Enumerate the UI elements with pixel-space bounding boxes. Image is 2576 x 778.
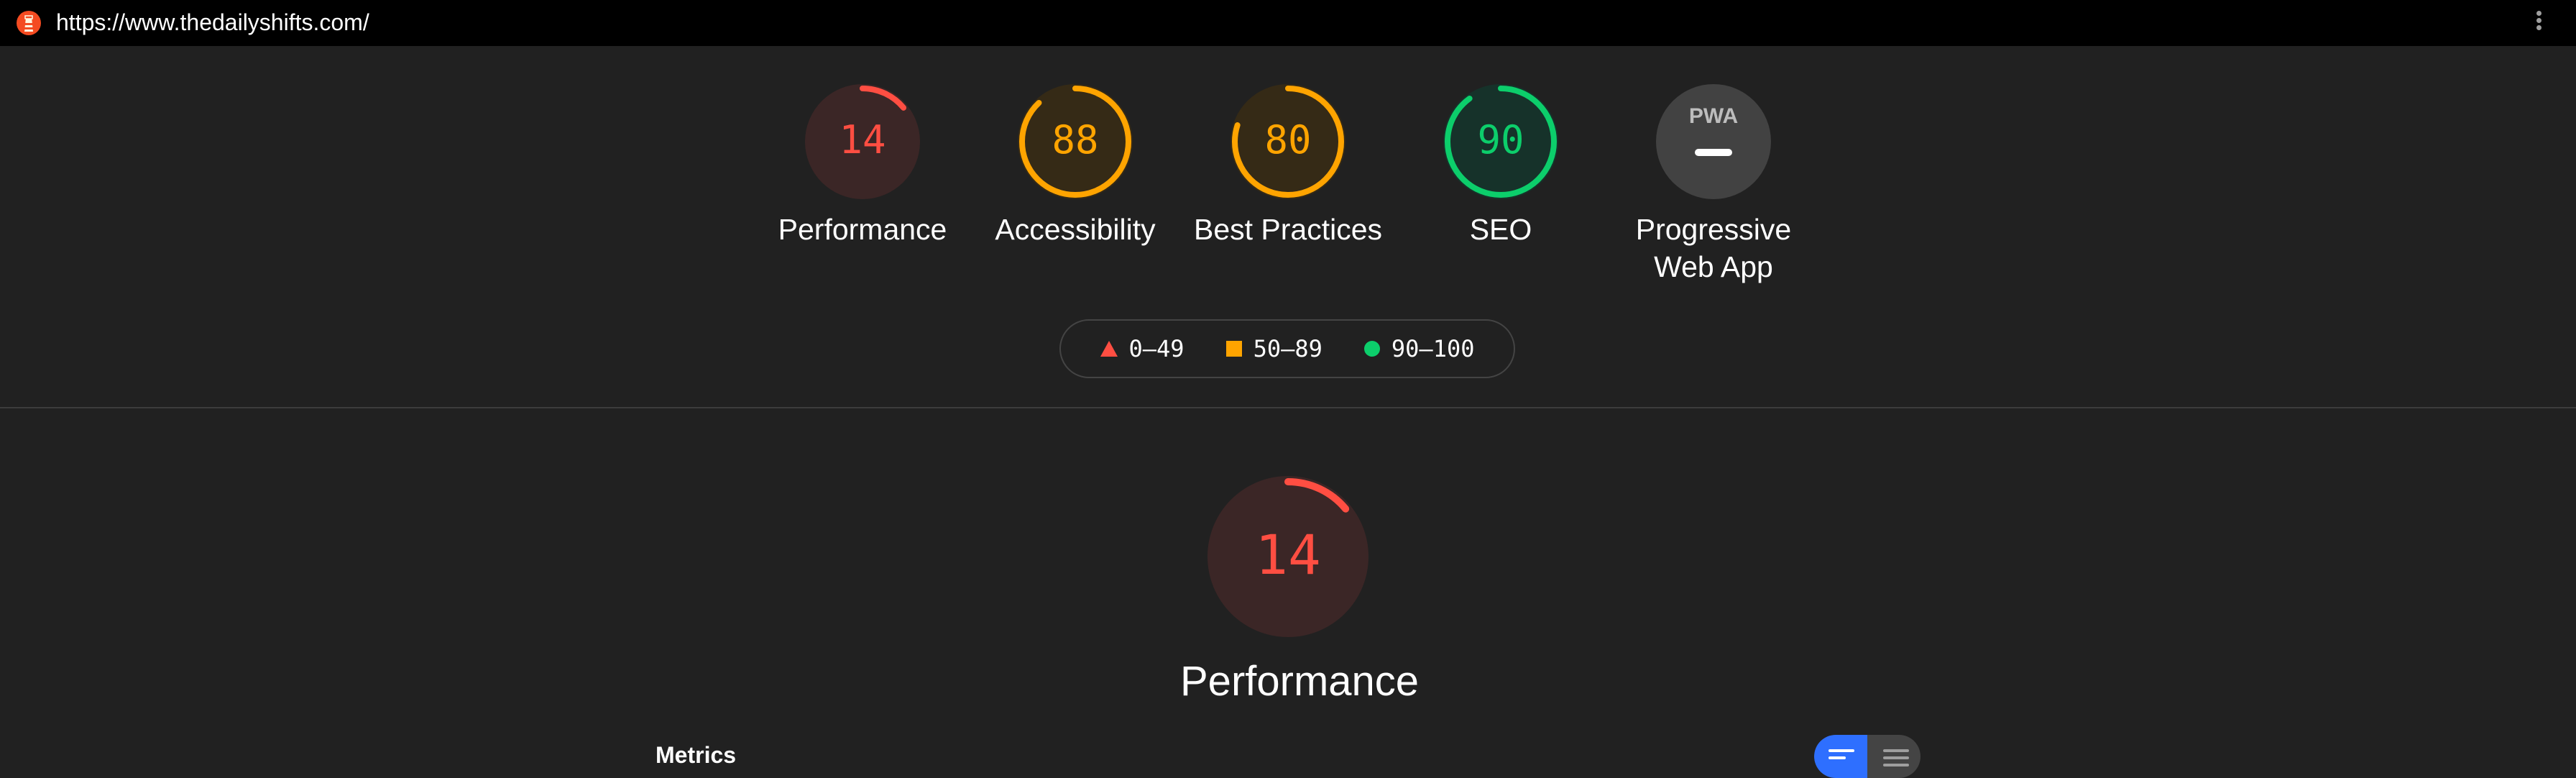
gauge-ring: 14 <box>1208 476 1368 637</box>
score-legend: 0–49 50–89 90–100 <box>1059 319 1515 378</box>
gauge-seo[interactable]: 90 SEO <box>1393 83 1609 248</box>
gauge-ring: 14 <box>805 84 920 199</box>
square-icon <box>1225 341 1242 357</box>
pwa-label-line1: Progressive <box>1635 213 1792 246</box>
gauge-label: Accessibility <box>995 213 1156 246</box>
gauge-pwa[interactable]: PWA Progressive Web App <box>1606 83 1821 285</box>
gauge-label: Progressive Web App <box>1606 211 1821 285</box>
gauge-score: 80 <box>1264 117 1311 163</box>
gauge-label: SEO <box>1469 213 1532 246</box>
gauge-accessibility[interactable]: 88 Accessibility <box>967 83 1183 248</box>
performance-score: 14 <box>1255 523 1321 587</box>
legend-range: 90–100 <box>1391 335 1475 362</box>
pwa-badge-text: PWA <box>1689 104 1738 128</box>
performance-section-gauge: 14 Performance <box>1180 475 1420 707</box>
gauge-score: 88 <box>1052 117 1098 163</box>
lighthouse-icon <box>17 11 41 35</box>
gauge-ring: 88 <box>1018 84 1133 199</box>
page-url[interactable]: https://www.thedailyshifts.com/ <box>56 8 369 37</box>
legend-item-average: 50–89 <box>1225 335 1322 362</box>
gauge-ring: 90 <box>1443 84 1558 199</box>
gauge-label: Best Practices <box>1193 213 1383 246</box>
legend-range: 0–49 <box>1128 335 1184 362</box>
more-vert-icon[interactable] <box>2530 9 2547 37</box>
compact-view-icon <box>1828 749 1854 764</box>
metrics-title: Metrics <box>656 742 737 768</box>
expanded-view-icon[interactable] <box>1883 749 1909 771</box>
performance-title: Performance <box>1180 658 1420 705</box>
legend-item-pass: 90–100 <box>1363 335 1475 362</box>
gauge-label: Performance <box>778 213 947 246</box>
gauge-score: 90 <box>1477 117 1524 163</box>
pwa-label-line2: Web App <box>1654 250 1773 283</box>
legend-item-fail: 0–49 <box>1100 335 1184 362</box>
circle-icon <box>1363 341 1380 357</box>
triangle-icon <box>1100 341 1118 357</box>
gauge-ring: 80 <box>1230 84 1346 199</box>
pwa-badge-icon: PWA <box>1656 84 1771 199</box>
gauge-score: 14 <box>839 117 886 163</box>
metrics-view-toggle[interactable] <box>1814 735 1920 778</box>
gauge-best-practices[interactable]: 80 Best Practices <box>1180 83 1396 248</box>
legend-range: 50–89 <box>1253 335 1322 362</box>
browser-toolbar: https://www.thedailyshifts.com/ <box>0 0 2576 46</box>
gauge-performance[interactable]: 14 Performance <box>755 83 970 248</box>
section-divider <box>0 407 2576 408</box>
